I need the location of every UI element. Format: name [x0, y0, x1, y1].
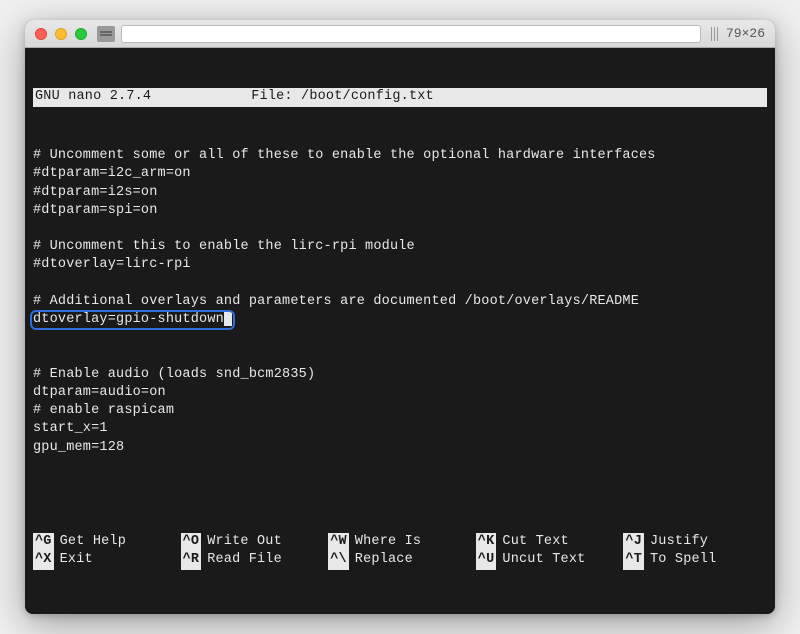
shortcut-where-is: ^WWhere Is: [328, 533, 472, 551]
shortcut-replace: ^\Replace: [328, 551, 472, 569]
nano-version: GNU nano 2.7.4: [35, 88, 231, 106]
drag-handle-icon: [711, 27, 718, 41]
config-line: # Uncomment some or all of these to enab…: [33, 148, 656, 163]
config-line: # Uncomment this to enable the lirc-rpi …: [33, 239, 415, 254]
shortcut-write-out: ^OWrite Out: [181, 533, 325, 551]
minimize-icon[interactable]: [55, 28, 67, 40]
highlighted-line: dtoverlay=gpio-shutdown: [33, 311, 232, 329]
config-line: # enable raspicam: [33, 403, 174, 418]
titlebar[interactable]: 79×26: [25, 20, 775, 48]
config-line: start_x=1: [33, 421, 108, 436]
terminal-window: 79×26 GNU nano 2.7.4 File: /boot/config.…: [25, 20, 775, 614]
shortcut-get-help: ^GGet Help: [33, 533, 177, 551]
window-dimensions: 79×26: [726, 26, 765, 41]
config-line: # Enable audio (loads snd_bcm2835): [33, 367, 315, 382]
nano-shortcuts: ^GGet Help ^XExit ^OWrite Out ^RRead Fil…: [33, 533, 767, 569]
shortcut-cut-text: ^KCut Text: [476, 533, 620, 551]
config-line: # Additional overlays and parameters are…: [33, 294, 639, 309]
config-line: #dtparam=spi=on: [33, 203, 158, 218]
nano-header: GNU nano 2.7.4 File: /boot/config.txt: [33, 88, 767, 106]
editor-content[interactable]: # Uncomment some or all of these to enab…: [33, 129, 767, 457]
traffic-lights: [35, 28, 87, 40]
shortcut-uncut-text: ^UUncut Text: [476, 551, 620, 569]
shortcut-to-spell: ^TTo Spell: [623, 551, 767, 569]
config-line: gpu_mem=128: [33, 440, 124, 455]
config-line: dtparam=audio=on: [33, 385, 166, 400]
shortcut-exit: ^XExit: [33, 551, 177, 569]
shortcut-read-file: ^RRead File: [181, 551, 325, 569]
nano-file: File: /boot/config.txt: [231, 88, 765, 106]
config-line: #dtparam=i2s=on: [33, 185, 158, 200]
home-icon[interactable]: [97, 26, 115, 42]
config-line: #dtparam=i2c_arm=on: [33, 166, 191, 181]
config-line: #dtoverlay=lirc-rpi: [33, 257, 191, 272]
cursor-icon: [224, 311, 232, 326]
shortcut-justify: ^JJustify: [623, 533, 767, 551]
close-icon[interactable]: [35, 28, 47, 40]
path-field[interactable]: [121, 25, 701, 43]
terminal-body[interactable]: GNU nano 2.7.4 File: /boot/config.txt # …: [25, 48, 775, 614]
zoom-icon[interactable]: [75, 28, 87, 40]
